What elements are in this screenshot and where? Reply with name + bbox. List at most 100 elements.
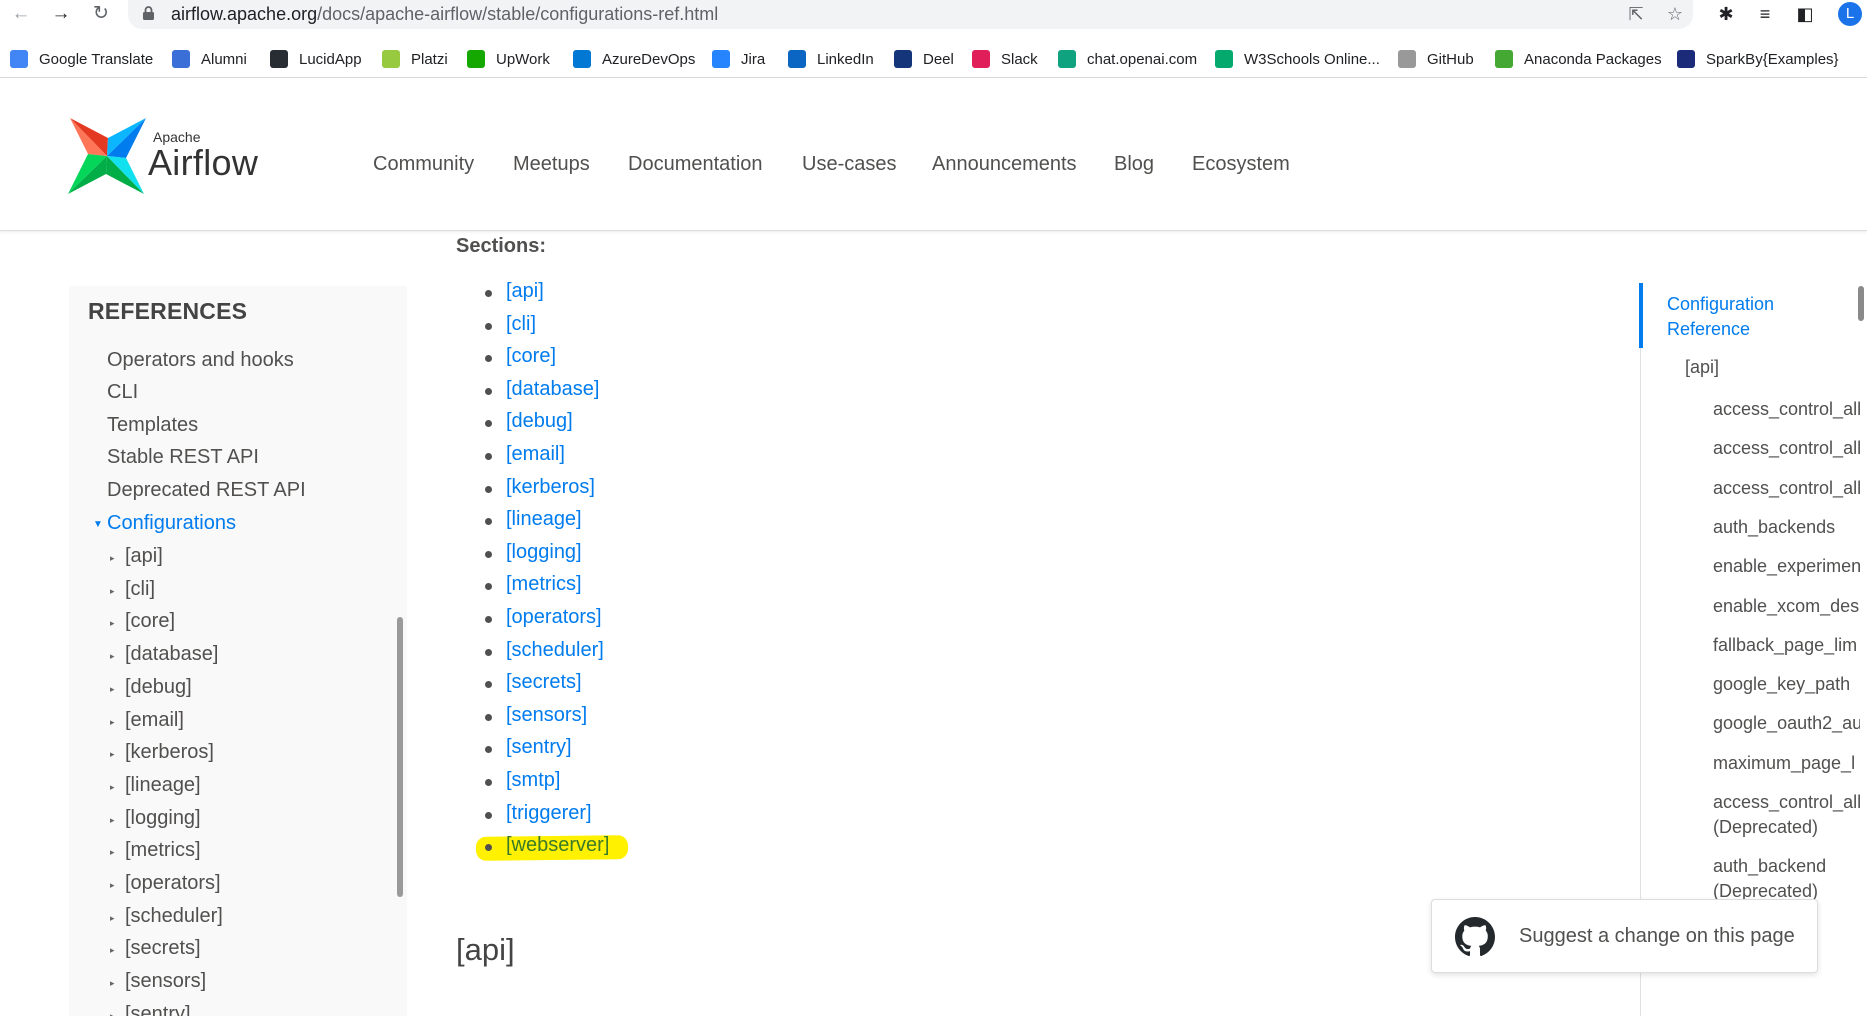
forward-arrow-icon[interactable]: → — [50, 3, 72, 25]
bookmark-slack[interactable]: Slack — [972, 48, 1038, 70]
logo-airflow-text[interactable]: Airflow — [148, 142, 258, 184]
sidebar-item-operators-and-hooks[interactable]: Operators and hooks — [107, 349, 294, 372]
sidebar-subitem-database[interactable]: [database] — [125, 643, 218, 666]
section-link-lineage[interactable]: [lineage] — [506, 508, 582, 531]
toc-item[interactable]: maximum_page_l — [1713, 751, 1855, 776]
toc-item[interactable]: auth_backend (Deprecated) — [1713, 854, 1826, 904]
toc-item[interactable]: access_control_all (Deprecated) — [1713, 790, 1860, 840]
extensions-icon[interactable]: ✱ — [1714, 3, 1738, 25]
sidebar-item-cli[interactable]: CLI — [107, 381, 138, 404]
sidebar-subitem-logging[interactable]: [logging] — [125, 807, 201, 830]
bookmark-upwork[interactable]: UpWork — [467, 48, 550, 70]
sidebar-scrollbar[interactable] — [397, 617, 403, 897]
sidebar-subitem-sensors[interactable]: [sensors] — [125, 970, 206, 993]
back-arrow-icon[interactable]: ← — [10, 3, 32, 25]
section-link-secrets[interactable]: [secrets] — [506, 671, 582, 694]
section-link-email[interactable]: [email] — [506, 443, 565, 466]
bookmark-github[interactable]: GitHub — [1398, 48, 1474, 70]
bookmark-lucidapp[interactable]: LucidApp — [270, 48, 362, 70]
nav-community[interactable]: Community — [373, 153, 474, 176]
sidebar-subitem-operators[interactable]: [operators] — [125, 872, 221, 895]
nav-announcements[interactable]: Announcements — [932, 153, 1077, 176]
expand-arrow-icon[interactable]: ▸ — [110, 847, 115, 858]
side-panel-icon[interactable]: ◧ — [1793, 3, 1817, 25]
toc-configuration-reference[interactable]: Configuration Reference — [1667, 292, 1774, 342]
sidebar-subitem-core[interactable]: [core] — [125, 610, 175, 633]
sidebar-subitem-secrets[interactable]: [secrets] — [125, 937, 201, 960]
section-link-scheduler[interactable]: [scheduler] — [506, 639, 604, 662]
sidebar-subitem-debug[interactable]: [debug] — [125, 676, 192, 699]
suggest-change-button[interactable]: Suggest a change on this page — [1431, 899, 1818, 973]
section-link-sentry[interactable]: [sentry] — [506, 736, 572, 759]
expand-arrow-icon[interactable]: ▸ — [110, 815, 115, 826]
section-link-database[interactable]: [database] — [506, 378, 599, 401]
sidebar-subitem-email[interactable]: [email] — [125, 709, 184, 732]
bookmark-alumni[interactable]: Alumni — [172, 48, 247, 70]
section-link-logging[interactable]: [logging] — [506, 541, 582, 564]
profile-avatar[interactable]: L — [1838, 2, 1862, 26]
sidebar-item-configurations[interactable]: Configurations — [107, 512, 236, 535]
url-text[interactable]: airflow.apache.org/docs/apache-airflow/s… — [171, 4, 718, 25]
sidebar-subitem-lineage[interactable]: [lineage] — [125, 774, 201, 797]
toc-item[interactable]: google_key_path — [1713, 672, 1850, 697]
toc-item[interactable]: fallback_page_lim — [1713, 633, 1857, 658]
bookmark-deel[interactable]: Deel — [894, 48, 954, 70]
sidebar-subitem-api[interactable]: [api] — [125, 545, 163, 568]
toc-item[interactable]: enable_xcom_des — [1713, 594, 1859, 619]
sidebar-subitem-cli[interactable]: [cli] — [125, 578, 155, 601]
toc-item[interactable]: google_oauth2_au — [1713, 711, 1860, 736]
expand-arrow-icon[interactable]: ▸ — [110, 782, 115, 793]
nav-use-cases[interactable]: Use-cases — [802, 153, 896, 176]
sidebar-item-templates[interactable]: Templates — [107, 414, 198, 437]
toc-item[interactable]: enable_experimen — [1713, 554, 1860, 579]
sidebar-subitem-sentry[interactable]: [sentry] — [125, 1003, 191, 1016]
expand-arrow-icon[interactable]: ▸ — [110, 651, 115, 662]
bookmark-anaconda-packages[interactable]: Anaconda Packages — [1495, 48, 1662, 70]
expand-arrow-icon[interactable]: ▸ — [110, 945, 115, 956]
toc-scrollbar[interactable] — [1858, 286, 1864, 321]
toc-item-api[interactable]: [api] — [1685, 357, 1719, 378]
section-link-sensors[interactable]: [sensors] — [506, 704, 587, 727]
bookmark-chat-openai-com[interactable]: chat.openai.com — [1058, 48, 1197, 70]
bookmark-w3schools-online[interactable]: W3Schools Online... — [1215, 48, 1380, 70]
toc-item[interactable]: auth_backends — [1713, 515, 1835, 540]
expand-arrow-icon[interactable]: ▸ — [110, 684, 115, 695]
section-link-api[interactable]: [api] — [506, 280, 544, 303]
expand-arrow-icon[interactable]: ▸ — [110, 978, 115, 989]
sidebar-item-stable-rest-api[interactable]: Stable REST API — [107, 446, 259, 469]
expand-arrow-icon[interactable]: ▸ — [110, 913, 115, 924]
expand-arrow-icon[interactable]: ▸ — [110, 586, 115, 597]
section-link-kerberos[interactable]: [kerberos] — [506, 476, 595, 499]
expand-arrow-icon[interactable]: ▸ — [110, 717, 115, 728]
section-link-operators[interactable]: [operators] — [506, 606, 602, 629]
bookmark-jira[interactable]: Jira — [712, 48, 765, 70]
toc-item[interactable]: access_control_all — [1713, 397, 1860, 422]
expand-arrow-icon[interactable]: ▸ — [110, 553, 115, 564]
bookmark-sparkby-examples[interactable]: SparkBy{Examples} — [1677, 48, 1839, 70]
sidebar-subitem-kerberos[interactable]: [kerberos] — [125, 741, 214, 764]
reload-icon[interactable]: ↻ — [90, 3, 112, 25]
sidebar-item-deprecated-rest-api[interactable]: Deprecated REST API — [107, 479, 306, 502]
toc-item[interactable]: access_control_all — [1713, 476, 1860, 501]
sidebar-subitem-metrics[interactable]: [metrics] — [125, 839, 201, 862]
nav-ecosystem[interactable]: Ecosystem — [1192, 153, 1290, 176]
sidebar-subitem-scheduler[interactable]: [scheduler] — [125, 905, 223, 928]
airflow-logo-icon[interactable] — [68, 118, 146, 194]
section-link-smtp[interactable]: [smtp] — [506, 769, 560, 792]
section-link-webserver[interactable]: [webserver] — [506, 834, 609, 857]
expand-arrow-icon[interactable]: ▸ — [110, 880, 115, 891]
section-link-debug[interactable]: [debug] — [506, 410, 573, 433]
nav-blog[interactable]: Blog — [1114, 153, 1154, 176]
nav-meetups[interactable]: Meetups — [513, 153, 590, 176]
lock-icon[interactable] — [143, 6, 154, 20]
bookmark-linkedin[interactable]: LinkedIn — [788, 48, 874, 70]
bookmark-google-translate[interactable]: Google Translate — [10, 48, 153, 70]
expand-arrow-icon[interactable]: ▸ — [110, 749, 115, 760]
expand-arrow-icon[interactable]: ▸ — [110, 618, 115, 629]
star-icon[interactable]: ☆ — [1664, 3, 1686, 25]
section-link-cli[interactable]: [cli] — [506, 313, 536, 336]
section-link-core[interactable]: [core] — [506, 345, 556, 368]
section-link-metrics[interactable]: [metrics] — [506, 573, 582, 596]
bookmark-platzi[interactable]: Platzi — [382, 48, 448, 70]
share-icon[interactable]: ⇱ — [1625, 3, 1647, 25]
